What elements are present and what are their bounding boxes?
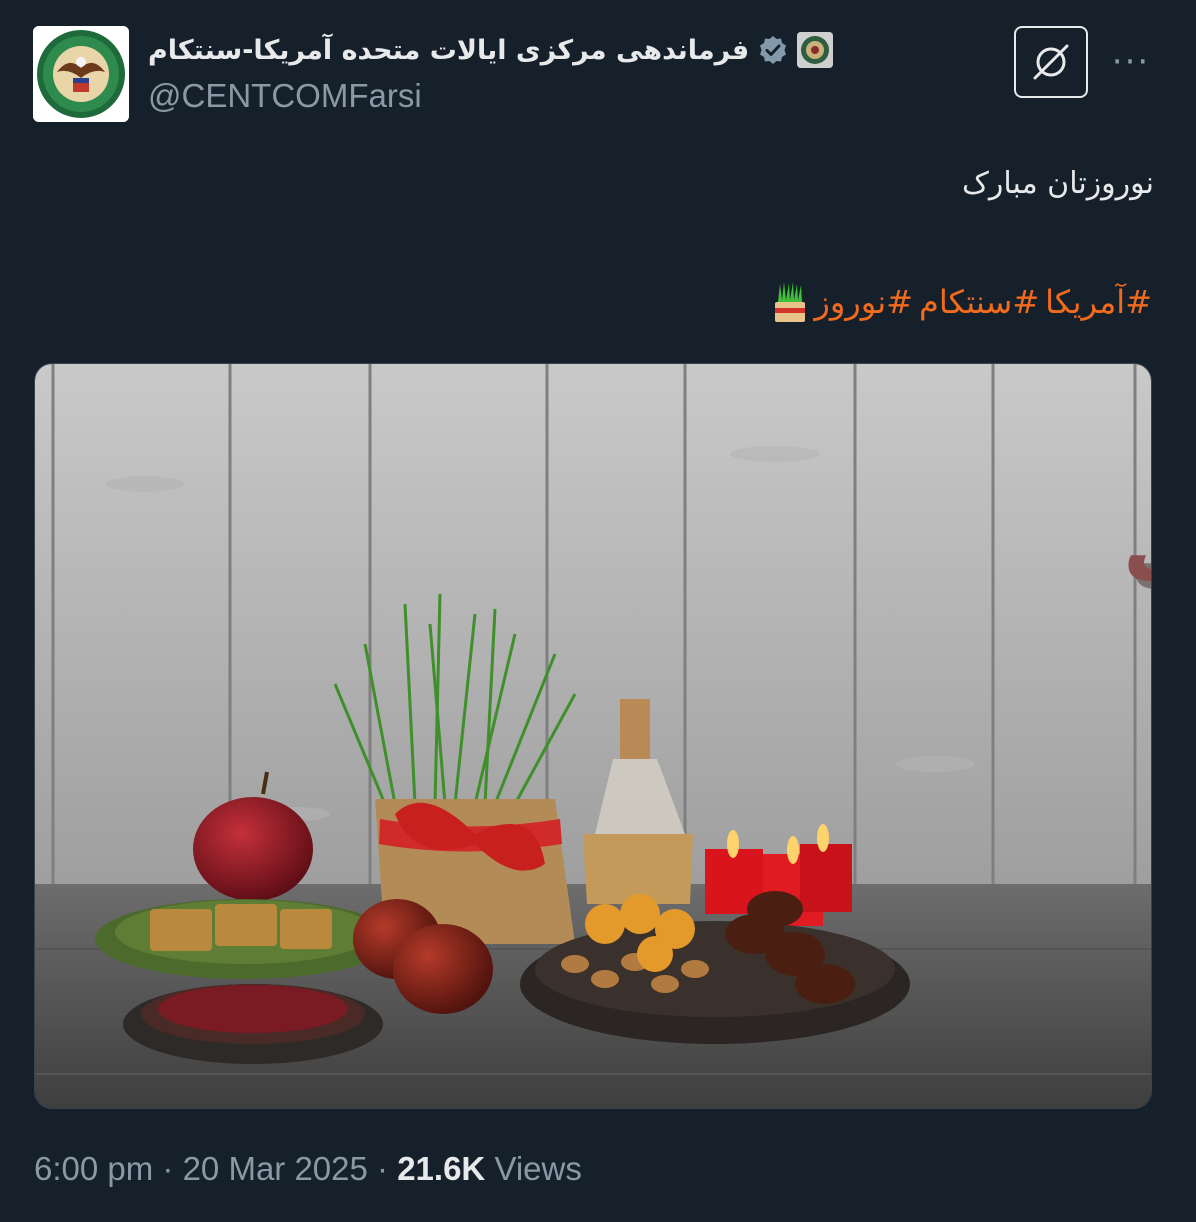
nowruz-haft-sin-image: نوروز مبارک نوروز مبارک bbox=[35, 364, 1152, 1108]
grok-button[interactable] bbox=[1014, 26, 1088, 98]
tweet-time[interactable]: 6:00 pm bbox=[34, 1150, 153, 1187]
dod-seal-icon[interactable] bbox=[797, 32, 834, 68]
tweet-image[interactable]: نوروز مبارک نوروز مبارک bbox=[34, 363, 1152, 1109]
hashtag-america[interactable]: #آمریکا bbox=[1045, 283, 1152, 321]
more-options-button[interactable]: ··· bbox=[1106, 44, 1156, 80]
verified-badge-icon[interactable] bbox=[757, 34, 789, 66]
sabzeh-emoji-icon bbox=[772, 280, 808, 324]
meta-separator: · bbox=[153, 1150, 183, 1187]
hashtag-centcom[interactable]: #سنتکام bbox=[919, 283, 1039, 321]
account-name-row: فرماندهی مرکزی ایالات متحده آمریکا-سنتکا… bbox=[148, 30, 834, 70]
grok-icon bbox=[1033, 44, 1069, 80]
tweet-text: نوروزتان مبارک bbox=[962, 166, 1154, 201]
meta-separator-2: · bbox=[367, 1150, 398, 1187]
views-count[interactable]: 21.6K bbox=[397, 1150, 485, 1187]
display-name[interactable]: فرماندهی مرکزی ایالات متحده آمریکا-سنتکا… bbox=[148, 35, 749, 66]
handle[interactable]: @CENTCOMFarsi bbox=[148, 77, 422, 115]
image-greeting-text: نوروز مبارک bbox=[1123, 499, 1152, 599]
hashtag-nowruz[interactable]: #نوروز bbox=[814, 283, 913, 321]
hashtag-line: #آمریکا #سنتکام #نوروز bbox=[772, 280, 1152, 324]
centcom-seal-icon bbox=[33, 26, 129, 122]
tweet-meta: 6:00 pm · 20 Mar 2025 · 21.6K Views bbox=[34, 1150, 582, 1188]
avatar[interactable] bbox=[33, 26, 129, 122]
tweet-date[interactable]: 20 Mar 2025 bbox=[183, 1150, 368, 1187]
views-label: Views bbox=[494, 1150, 582, 1187]
